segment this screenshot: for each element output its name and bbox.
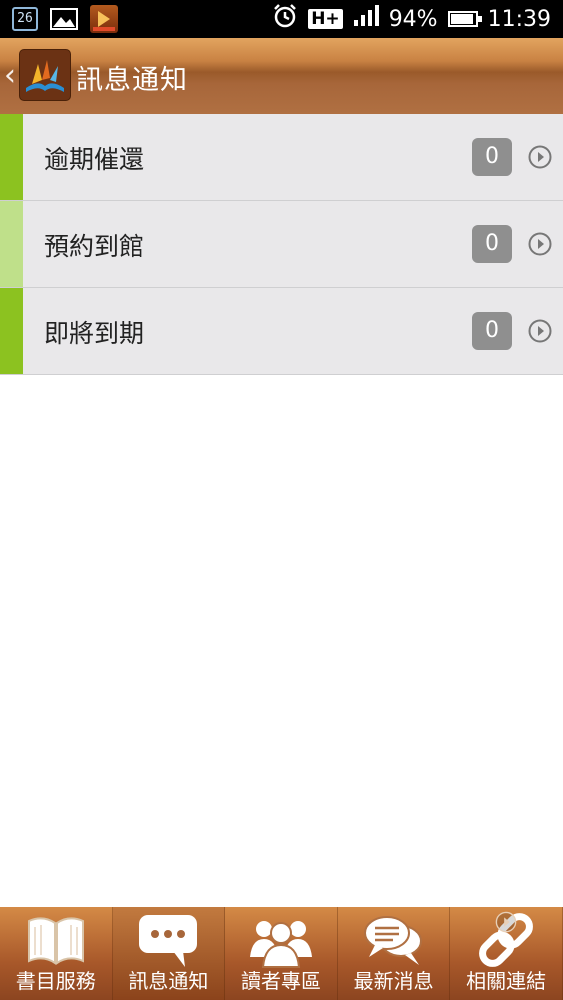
chevron-right-circle-icon[interactable]: [528, 319, 552, 343]
nav-item-reader-area[interactable]: 讀者專區: [225, 907, 338, 1000]
notification-list: 逾期催還 0 預約到館 0 即將到期 0: [0, 114, 563, 375]
nav-label: 相關連結: [466, 969, 547, 993]
nav-label: 書目服務: [15, 969, 96, 993]
count-badge: 0: [472, 138, 512, 176]
battery-percent: 94%: [388, 6, 438, 32]
nav-item-catalog[interactable]: 書目服務: [0, 907, 113, 1000]
open-book-icon: [27, 917, 84, 965]
alarm-icon: [272, 3, 298, 35]
speech-bubbles-icon: [363, 916, 422, 965]
page-title: 訊息通知: [76, 65, 188, 96]
battery-icon: [447, 11, 482, 27]
row-accent: [0, 114, 23, 200]
count-badge: 0: [472, 312, 512, 350]
list-item-label: 預約到館: [44, 232, 145, 261]
nav-label: 最新消息: [353, 969, 434, 993]
chevron-right-circle-icon[interactable]: [495, 911, 517, 933]
network-type-label: H+: [308, 9, 343, 29]
nav-label: 訊息通知: [128, 969, 209, 993]
status-bar: 26 H+ 94% 11:39: [0, 0, 563, 38]
app-header: ‹ 訊息通知: [0, 38, 563, 114]
chevron-left-icon[interactable]: ‹: [4, 58, 16, 93]
row-accent: [0, 288, 23, 374]
nav-item-links[interactable]: 相關連結: [450, 907, 563, 1000]
nav-label: 讀者專區: [240, 969, 321, 993]
list-item-due-soon[interactable]: 即將到期 0: [0, 288, 563, 375]
list-item-label: 即將到期: [44, 319, 145, 348]
nav-item-news[interactable]: 最新消息: [338, 907, 451, 1000]
bottom-nav: 書目服務 訊息通知 讀者專區 最新消息 相關連結: [0, 907, 563, 1000]
count-badge: 0: [472, 225, 512, 263]
app-notification-icon: [90, 5, 118, 33]
nav-item-notifications[interactable]: 訊息通知: [112, 907, 226, 1000]
list-item-overdue[interactable]: 逾期催還 0: [0, 114, 563, 201]
list-item-reservation[interactable]: 預約到館 0: [0, 201, 563, 288]
app-logo-icon[interactable]: [20, 50, 70, 100]
clock: 11:39: [487, 6, 551, 32]
chevron-right-circle-icon[interactable]: [528, 232, 552, 256]
gallery-icon: [50, 8, 78, 30]
people-icon: [249, 921, 312, 968]
calendar-icon: 26: [12, 7, 38, 31]
signal-icon: [353, 5, 379, 33]
chat-bubble-icon: [139, 915, 198, 967]
chevron-right-circle-icon[interactable]: [528, 145, 552, 169]
row-accent: [0, 201, 23, 287]
list-item-label: 逾期催還: [44, 145, 145, 174]
